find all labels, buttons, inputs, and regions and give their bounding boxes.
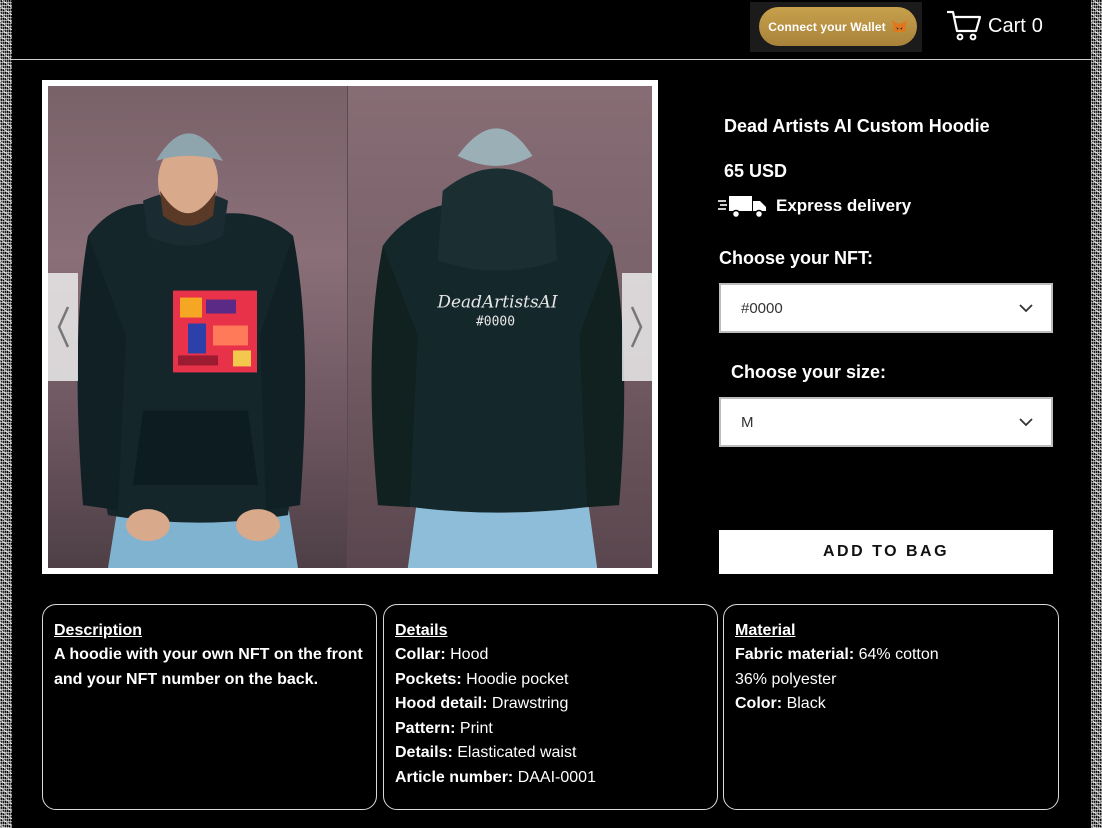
details-row: Pattern: Print xyxy=(395,717,706,742)
front-model-image xyxy=(77,133,306,568)
material-heading: Material xyxy=(735,622,796,639)
description-heading: Description xyxy=(54,622,143,639)
nft-select[interactable]: #0000 xyxy=(719,283,1053,333)
product-title: Dead Artists AI Custom Hoodie xyxy=(724,116,990,136)
material-value: 36% polyester xyxy=(735,670,837,688)
back-print-number: #0000 xyxy=(476,314,515,329)
gallery-next-button[interactable] xyxy=(622,273,652,381)
metamask-fox-icon xyxy=(891,19,907,33)
connect-wallet-label: Connect your Wallet xyxy=(768,19,886,34)
material-row: Fabric material: 64% cotton xyxy=(735,643,1047,668)
size-select[interactable]: M xyxy=(719,397,1053,447)
chevron-down-icon xyxy=(1019,303,1033,312)
details-value: Drawstring xyxy=(491,695,569,712)
details-row: Collar: Hood xyxy=(395,643,706,668)
cart-label-group: Cart 0 xyxy=(988,15,1043,38)
left-noise-border xyxy=(0,0,12,828)
details-value: Hoodie pocket xyxy=(466,670,569,688)
details-row: Pockets: Hoodie pocket xyxy=(395,668,706,693)
details-key: Pattern: xyxy=(395,719,456,737)
cart-count: 0 xyxy=(1031,14,1043,37)
details-row: Article number: DAAI-0001 xyxy=(395,766,706,791)
material-key: Fabric material: xyxy=(735,646,855,663)
details-value: Hood xyxy=(450,646,489,663)
truck-icon xyxy=(718,196,766,219)
cart-link[interactable]: Cart 0 xyxy=(946,10,1043,42)
chevron-down-icon xyxy=(1019,417,1033,426)
details-row: Hood detail: Drawstring xyxy=(395,692,706,717)
connect-wallet-button[interactable]: Connect your Wallet xyxy=(759,7,917,46)
size-select-value: M xyxy=(741,413,754,431)
details-value: DAAI-0001 xyxy=(517,768,596,786)
product-price: 65 USD xyxy=(724,161,788,181)
cart-label: Cart xyxy=(988,14,1026,37)
description-text: A hoodie with your own NFT on the front … xyxy=(54,646,363,688)
material-value: Black xyxy=(786,695,826,712)
nft-label: Choose your NFT: xyxy=(719,248,874,268)
details-key: Pockets: xyxy=(395,670,462,688)
back-model-image: DeadArtistsAI #0000 xyxy=(371,128,625,568)
material-row: 36% polyester xyxy=(735,668,1047,693)
details-row: Details: Elasticated waist xyxy=(395,741,706,766)
details-box: Details Collar: Hood Pockets: Hoodie poc… xyxy=(383,604,718,810)
details-key: Details: xyxy=(395,744,453,761)
photo-front[interactable] xyxy=(48,86,348,568)
details-heading: Details xyxy=(395,622,448,639)
details-key: Collar: xyxy=(395,646,446,663)
description-box: Description A hoodie with your own NFT o… xyxy=(42,604,377,810)
material-key: Color: xyxy=(735,695,783,712)
delivery-label: Express delivery xyxy=(776,196,912,215)
details-value: Elasticated waist xyxy=(457,744,577,761)
details-key: Hood detail: xyxy=(395,695,488,712)
material-box: Material Fabric material: 64% cotton 36%… xyxy=(723,604,1059,810)
right-noise-border xyxy=(1091,0,1102,828)
material-row: Color: Black xyxy=(735,692,1047,717)
photo-back[interactable]: DeadArtistsAI #0000 xyxy=(348,86,652,568)
delivery-info: Express delivery xyxy=(718,193,911,219)
cart-icon xyxy=(947,10,982,41)
details-value: Print xyxy=(459,719,493,737)
size-label: Choose your size: xyxy=(731,362,887,382)
details-key: Article number: xyxy=(395,768,514,786)
gallery-photos: DeadArtistsAI #0000 xyxy=(48,86,652,568)
back-print-text: DeadArtistsAI xyxy=(436,292,557,312)
gallery-prev-button[interactable] xyxy=(48,273,78,381)
chevron-left-icon xyxy=(57,306,70,348)
material-value: 64% cotton xyxy=(858,646,939,663)
chevron-right-icon xyxy=(630,306,643,348)
nft-select-value: #0000 xyxy=(741,299,783,317)
wallet-container: Connect your Wallet xyxy=(750,2,922,52)
product-gallery: DeadArtistsAI #0000 xyxy=(42,80,658,574)
site-header: Connect your Wallet Cart 0 xyxy=(12,0,1091,60)
add-to-bag-button[interactable]: ADD TO BAG xyxy=(719,530,1053,574)
